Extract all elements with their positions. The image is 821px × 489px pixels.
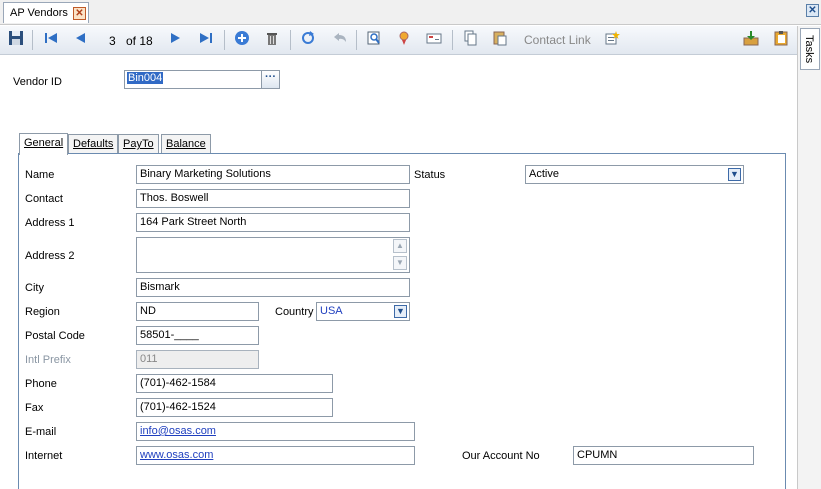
toolbar: 3 of 18 Contact Link: [0, 26, 797, 55]
toolbar-separator: [290, 30, 291, 50]
status-select[interactable]: Active ▼: [525, 165, 744, 184]
tab-general[interactable]: General: [19, 133, 69, 155]
tab-defaults[interactable]: Defaults: [68, 134, 119, 154]
tab-title: AP Vendors: [10, 7, 68, 19]
address1-label: Address 1: [25, 217, 75, 229]
first-record-icon[interactable]: [41, 30, 61, 50]
internet-field[interactable]: www.osas.com: [136, 446, 415, 465]
vendor-id-label: Vendor ID: [13, 76, 62, 88]
scroll-up-icon[interactable]: ▲: [393, 239, 407, 253]
tab-balance[interactable]: Balance: [161, 134, 211, 154]
paste-icon[interactable]: [490, 30, 510, 50]
toolbar-separator: [452, 30, 453, 50]
tab-payto[interactable]: PayTo: [118, 134, 159, 154]
fax-label: Fax: [25, 402, 44, 414]
delete-icon[interactable]: [262, 30, 282, 50]
toolbar-separator: [356, 30, 357, 50]
internet-label: Internet: [25, 450, 63, 462]
country-select[interactable]: USA ▼: [316, 302, 410, 321]
country-label: Country: [275, 306, 314, 318]
region-field[interactable]: ND: [136, 302, 259, 321]
record-position: 3: [109, 34, 116, 48]
contact-label: Contact: [25, 193, 63, 205]
contact-link-button[interactable]: Contact Link: [524, 33, 591, 47]
status-label: Status: [414, 169, 446, 181]
address2-field[interactable]: ▲ ▼: [136, 237, 410, 273]
document-tab-strip: [0, 0, 821, 25]
country-value: USA: [320, 305, 343, 317]
account-no-field[interactable]: CPUMN: [573, 446, 754, 465]
next-record-icon[interactable]: [165, 30, 185, 50]
record-total: of 18: [126, 34, 153, 48]
previous-record-icon[interactable]: [71, 30, 91, 50]
toolbar-separator: [224, 30, 225, 50]
copy-icon[interactable]: [460, 30, 480, 50]
name-field[interactable]: Binary Marketing Solutions: [136, 165, 410, 184]
last-record-icon[interactable]: [196, 30, 216, 50]
import-icon[interactable]: [741, 30, 761, 50]
address2-label: Address 2: [25, 250, 75, 262]
tasks-label: Tasks: [803, 35, 815, 64]
postal-code-field[interactable]: 58501-____: [136, 326, 259, 345]
close-tab-icon[interactable]: ✕: [73, 7, 86, 20]
postal-code-label: Postal Code: [25, 330, 85, 342]
lookup-icon[interactable]: ···: [261, 71, 279, 88]
vendor-id-value: Bin004: [127, 72, 164, 84]
internet-link[interactable]: www.osas.com: [140, 449, 213, 461]
card-icon[interactable]: [424, 30, 444, 50]
close-pane-icon[interactable]: ✕: [806, 4, 819, 17]
account-no-label: Our Account No: [462, 450, 540, 462]
chevron-down-icon[interactable]: ▼: [728, 168, 741, 181]
fax-field[interactable]: (701)-462-1524: [136, 398, 333, 417]
side-panel-strip: [797, 26, 821, 489]
intl-prefix-label: Intl Prefix: [25, 354, 71, 366]
email-label: E-mail: [25, 426, 57, 438]
toolbar-separator: [32, 30, 33, 50]
tasks-tab[interactable]: Tasks: [800, 28, 820, 70]
phone-label: Phone: [25, 378, 57, 390]
chevron-down-icon[interactable]: ▼: [394, 305, 407, 318]
phone-field[interactable]: (701)-462-1584: [136, 374, 333, 393]
scroll-down-icon[interactable]: ▼: [393, 256, 407, 270]
status-value: Active: [529, 168, 559, 180]
vendor-id-field[interactable]: Bin004 ···: [124, 70, 280, 89]
name-label: Name: [25, 169, 55, 181]
intl-prefix-field: 011: [136, 350, 259, 369]
undo-icon[interactable]: [330, 30, 350, 50]
region-label: Region: [25, 306, 60, 318]
find-icon[interactable]: [364, 30, 384, 50]
email-field[interactable]: info@osas.com: [136, 422, 415, 441]
city-label: City: [25, 282, 44, 294]
new-record-icon[interactable]: [232, 30, 252, 50]
refresh-icon[interactable]: [298, 30, 318, 50]
locate-icon[interactable]: [394, 30, 414, 50]
address1-field[interactable]: 164 Park Street North: [136, 213, 410, 232]
city-field[interactable]: Bismark: [136, 278, 410, 297]
contact-field[interactable]: Thos. Boswell: [136, 189, 410, 208]
tab-ap-vendors[interactable]: AP Vendors ✕: [3, 2, 89, 23]
clipboard-icon[interactable]: [771, 30, 791, 50]
save-icon[interactable]: [6, 30, 26, 50]
email-link[interactable]: info@osas.com: [140, 425, 216, 437]
new-item-icon[interactable]: [602, 30, 622, 50]
